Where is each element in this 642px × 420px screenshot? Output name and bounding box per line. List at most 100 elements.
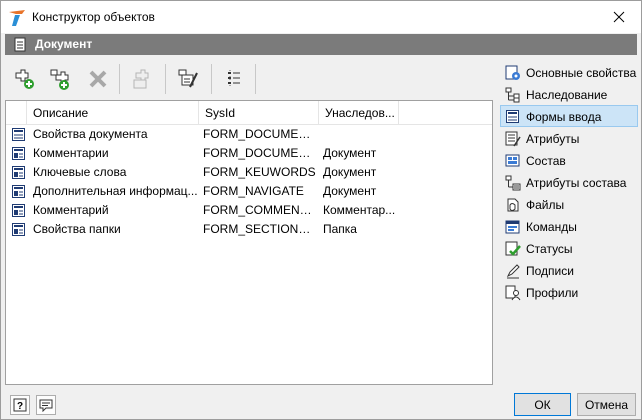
nav-item-files[interactable]: Файлы bbox=[500, 193, 638, 215]
row-inherited bbox=[323, 125, 399, 144]
list-header: Описание SysId Унаследов... bbox=[6, 101, 492, 125]
nav-item-main-properties[interactable]: Основные свойства bbox=[500, 61, 638, 83]
close-icon bbox=[613, 11, 625, 23]
row-sysid: FORM_COMMENT_... bbox=[203, 203, 317, 217]
toolbar bbox=[5, 59, 493, 99]
nav-label: Наследование bbox=[526, 88, 608, 102]
commands-icon bbox=[505, 220, 520, 234]
nav-label: Атрибуты состава bbox=[526, 176, 627, 190]
nav-label: Состав bbox=[526, 154, 566, 168]
composition-icon bbox=[505, 154, 520, 167]
inheritance-icon bbox=[505, 87, 520, 103]
column-header-description[interactable]: Описание bbox=[27, 101, 199, 125]
ok-button[interactable]: ОК bbox=[514, 393, 571, 416]
nav-label: Подписи bbox=[526, 264, 574, 278]
table-row[interactable]: Дополнительная информац... FORM_NAVIGATE… bbox=[6, 182, 492, 201]
row-inherited: Документ bbox=[323, 184, 377, 198]
copy-button[interactable] bbox=[127, 62, 157, 96]
section-title: Документ bbox=[35, 37, 93, 51]
row-sysid: FORM_KEUWORDS bbox=[203, 165, 316, 179]
properties-icon bbox=[505, 65, 520, 80]
form-icon bbox=[12, 128, 25, 141]
row-description: Свойства папки bbox=[33, 222, 121, 236]
table-row[interactable]: Свойства папки FORM_SECTION_PR... Папка bbox=[6, 220, 492, 239]
list-rows: Свойства документа FORM_DOCUMENT... Комм… bbox=[6, 125, 492, 239]
row-inherited: Документ bbox=[323, 146, 377, 160]
add-linked-button[interactable] bbox=[45, 62, 75, 96]
form-icon bbox=[12, 223, 25, 236]
nav-label: Статусы bbox=[526, 242, 573, 256]
add-item-icon bbox=[15, 69, 34, 89]
app-logo-icon bbox=[9, 10, 25, 26]
close-button[interactable] bbox=[597, 1, 641, 33]
nav-item-composition[interactable]: Состав bbox=[500, 149, 638, 171]
attributes-icon bbox=[505, 131, 521, 147]
nav-label: Файлы bbox=[526, 198, 565, 212]
nav-label: Атрибуты bbox=[526, 132, 580, 146]
copy-disabled-icon bbox=[133, 69, 149, 89]
row-description: Свойства документа bbox=[33, 127, 148, 141]
edit-form-button[interactable] bbox=[173, 62, 203, 96]
help-button[interactable]: ? bbox=[10, 395, 30, 415]
cancel-button[interactable]: Отмена bbox=[577, 393, 636, 416]
toolbar-separator bbox=[119, 64, 120, 94]
nav-item-profiles[interactable]: Профили bbox=[500, 281, 638, 303]
section-header: Документ bbox=[5, 34, 637, 55]
delete-button[interactable] bbox=[83, 62, 113, 96]
toolbar-separator bbox=[211, 64, 212, 94]
document-icon bbox=[14, 37, 26, 52]
column-header-sysid[interactable]: SysId bbox=[199, 101, 319, 125]
table-row[interactable]: Комментарий FORM_COMMENT_... Комментар..… bbox=[6, 201, 492, 220]
object-constructor-window: Конструктор объектов Документ Описание S… bbox=[0, 0, 642, 420]
edit-form-icon bbox=[178, 69, 198, 88]
composition-attributes-icon bbox=[505, 175, 521, 191]
table-row[interactable]: Комментарии FORM_DOCUMENT... Документ bbox=[6, 144, 492, 163]
nav-item-signatures[interactable]: Подписи bbox=[500, 259, 638, 281]
table-row[interactable]: Свойства документа FORM_DOCUMENT... bbox=[6, 125, 492, 144]
toolbar-separator bbox=[255, 64, 256, 94]
help-icon: ? bbox=[13, 398, 27, 412]
row-description: Комментарий bbox=[33, 203, 109, 217]
add-linked-icon bbox=[50, 69, 69, 90]
form-icon bbox=[12, 166, 25, 179]
row-description: Дополнительная информац... bbox=[33, 184, 198, 198]
files-icon bbox=[507, 198, 519, 212]
forms-list[interactable]: Описание SysId Унаследов... Свойства док… bbox=[5, 100, 493, 385]
nav-item-attributes[interactable]: Атрибуты bbox=[500, 127, 638, 149]
statuses-icon bbox=[505, 241, 521, 256]
signatures-icon bbox=[506, 264, 520, 279]
row-inherited: Комментар... bbox=[323, 203, 396, 217]
form-icon bbox=[12, 147, 25, 160]
column-header-inherited[interactable]: Унаследов... bbox=[319, 101, 399, 125]
profiles-icon bbox=[505, 285, 521, 301]
row-inherited: Документ bbox=[323, 165, 377, 179]
table-row[interactable]: Ключевые слова FORM_KEUWORDS Документ bbox=[6, 163, 492, 182]
icon-column-header bbox=[6, 101, 27, 125]
sections-nav: Основные свойства Наследование Формы вво… bbox=[500, 61, 638, 303]
window-title: Конструктор объектов bbox=[32, 10, 155, 24]
nav-label: Команды bbox=[526, 220, 577, 234]
delete-icon bbox=[89, 70, 107, 88]
row-inherited: Папка bbox=[323, 222, 357, 236]
nav-item-input-forms[interactable]: Формы ввода bbox=[500, 105, 638, 127]
row-sysid: FORM_SECTION_PR... bbox=[203, 222, 317, 236]
nav-item-composition-attributes[interactable]: Атрибуты состава bbox=[500, 171, 638, 193]
row-description: Комментарии bbox=[33, 146, 109, 160]
nav-item-inheritance[interactable]: Наследование bbox=[500, 83, 638, 105]
list-view-button[interactable] bbox=[219, 62, 249, 96]
nav-item-commands[interactable]: Команды bbox=[500, 215, 638, 237]
comment-button[interactable] bbox=[36, 395, 56, 415]
input-form-icon bbox=[506, 110, 519, 123]
add-button[interactable] bbox=[9, 62, 39, 96]
row-description: Ключевые слова bbox=[33, 165, 127, 179]
nav-label: Основные свойства bbox=[526, 66, 637, 80]
nav-label: Формы ввода bbox=[526, 110, 602, 124]
title-bar: Конструктор объектов bbox=[1, 1, 641, 33]
comment-icon bbox=[39, 399, 53, 412]
row-sysid: FORM_DOCUMENT... bbox=[203, 146, 317, 160]
row-sysid: FORM_DOCUMENT... bbox=[203, 127, 317, 141]
toolbar-separator bbox=[165, 64, 166, 94]
nav-item-statuses[interactable]: Статусы bbox=[500, 237, 638, 259]
form-icon bbox=[12, 204, 25, 217]
svg-text:?: ? bbox=[17, 401, 23, 412]
